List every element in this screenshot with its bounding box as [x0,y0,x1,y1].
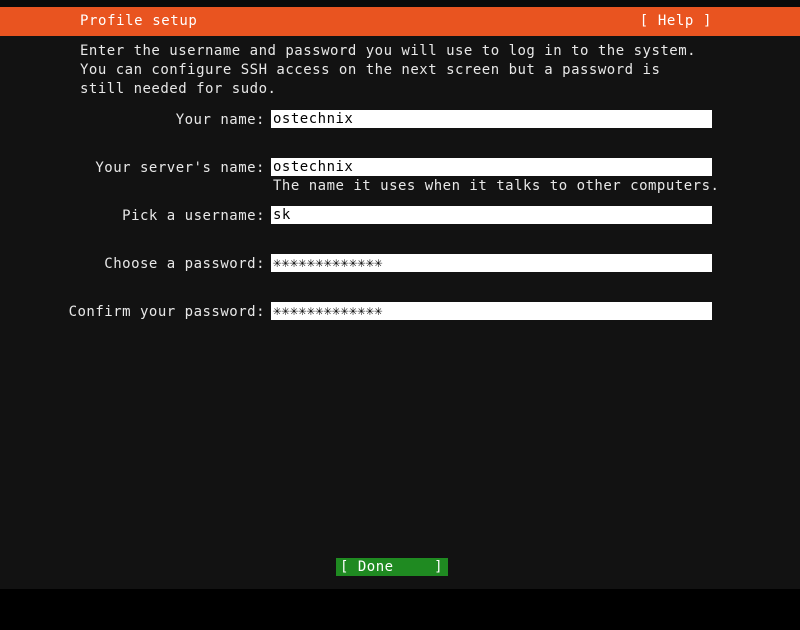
header-bar: Profile setup [ Help ] [0,7,800,36]
help-link[interactable]: [ Help ] [640,7,712,36]
form-row-your-name: Your name: ostechnix [0,110,800,158]
hint-server-name: The name it uses when it talks to other … [273,177,719,195]
done-button[interactable]: [ Done ] [336,558,448,576]
intro-text: Enter the username and password you will… [80,42,705,99]
input-server-name[interactable]: ostechnix [271,158,712,176]
label-server-name: Your server's name: [0,159,265,177]
input-your-name[interactable]: ostechnix [271,110,712,128]
form-row-password: Choose a password: ✳✳✳✳✳✳✳✳✳✳✳✳✳ [0,254,800,302]
top-border [0,0,800,7]
installer-screen: Profile setup [ Help ] Enter the usernam… [0,0,800,595]
page-title: Profile setup [80,7,197,36]
label-username: Pick a username: [0,207,265,225]
done-button-label: [ Done [340,558,394,576]
done-button-bracket: ] [434,558,443,576]
profile-form: Your name: ostechnix Your server's name:… [0,110,800,350]
label-confirm-password: Confirm your password: [0,303,265,321]
input-password[interactable]: ✳✳✳✳✳✳✳✳✳✳✳✳✳ [271,254,712,272]
input-username[interactable]: sk [271,206,712,224]
bottom-border [0,589,800,595]
label-password: Choose a password: [0,255,265,273]
label-your-name: Your name: [0,111,265,129]
form-row-username: Pick a username: sk [0,206,800,254]
form-row-confirm-password: Confirm your password: ✳✳✳✳✳✳✳✳✳✳✳✳✳ [0,302,800,350]
form-row-server-name: Your server's name: ostechnix The name i… [0,158,800,206]
input-confirm-password[interactable]: ✳✳✳✳✳✳✳✳✳✳✳✳✳ [271,302,712,320]
